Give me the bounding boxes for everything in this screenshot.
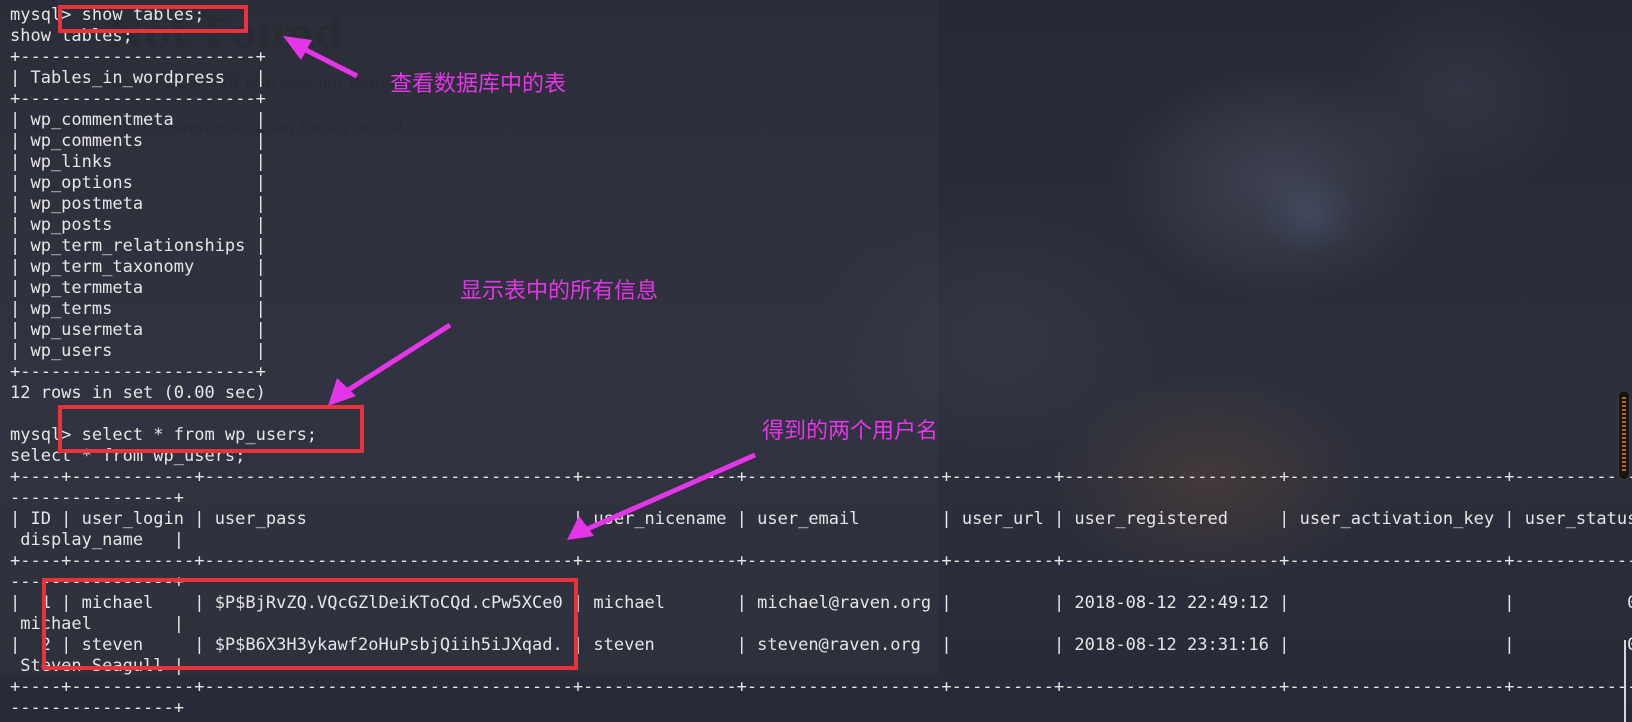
table-name-row: | wp_usermeta |: [10, 320, 266, 340]
terminal-scrollbar-thumb[interactable]: [1618, 390, 1630, 480]
table-name-row: | wp_comments |: [10, 131, 266, 151]
terminal-line: ----------------+: [10, 488, 184, 508]
table-name-row: | wp_term_taxonomy |: [10, 257, 266, 277]
annotation-view-tables: 查看数据库中的表: [390, 72, 567, 97]
users-table-header-wrap: display_name |: [10, 530, 184, 550]
scrollbar-grip: [1622, 397, 1626, 473]
terminal-line: +-----------------------+: [10, 89, 266, 109]
terminal-line: ----------------+: [10, 698, 184, 718]
rows-in-set-status: 12 rows in set (0.00 sec): [10, 383, 266, 403]
table-name-row: | wp_term_relationships |: [10, 236, 266, 256]
table-name-row: | wp_posts |: [10, 215, 266, 235]
table-name-row: | wp_termmeta |: [10, 278, 266, 298]
terminal-line: +----+------------+---------------------…: [10, 551, 1632, 571]
table-name-row: | wp_users |: [10, 341, 266, 361]
terminal-line: +-----------------------+: [10, 362, 266, 382]
table-name-row: | wp_commentmeta |: [10, 110, 266, 130]
table-name-row: | wp_terms |: [10, 299, 266, 319]
highlight-user-rows: [42, 578, 578, 670]
terminal-scroll-edge: [1624, 640, 1626, 722]
table-name-row: | wp_links |: [10, 152, 266, 172]
users-table-header: | ID | user_login | user_pass | user_nic…: [10, 509, 1632, 529]
table-name-row: | wp_postmeta |: [10, 194, 266, 214]
terminal-line: +----+------------+---------------------…: [10, 467, 1632, 487]
annotation-show-all-info: 显示表中的所有信息: [460, 279, 659, 304]
table-name-row: | wp_options |: [10, 173, 266, 193]
highlight-select-users: [58, 405, 364, 453]
highlight-show-tables: [58, 5, 248, 33]
tables-header: | Tables_in_wordpress |: [10, 68, 266, 88]
terminal-line: +-----------------------+: [10, 47, 266, 67]
terminal-line: +----+------------+---------------------…: [10, 677, 1632, 697]
annotation-two-usernames: 得到的两个用户名: [762, 419, 939, 444]
